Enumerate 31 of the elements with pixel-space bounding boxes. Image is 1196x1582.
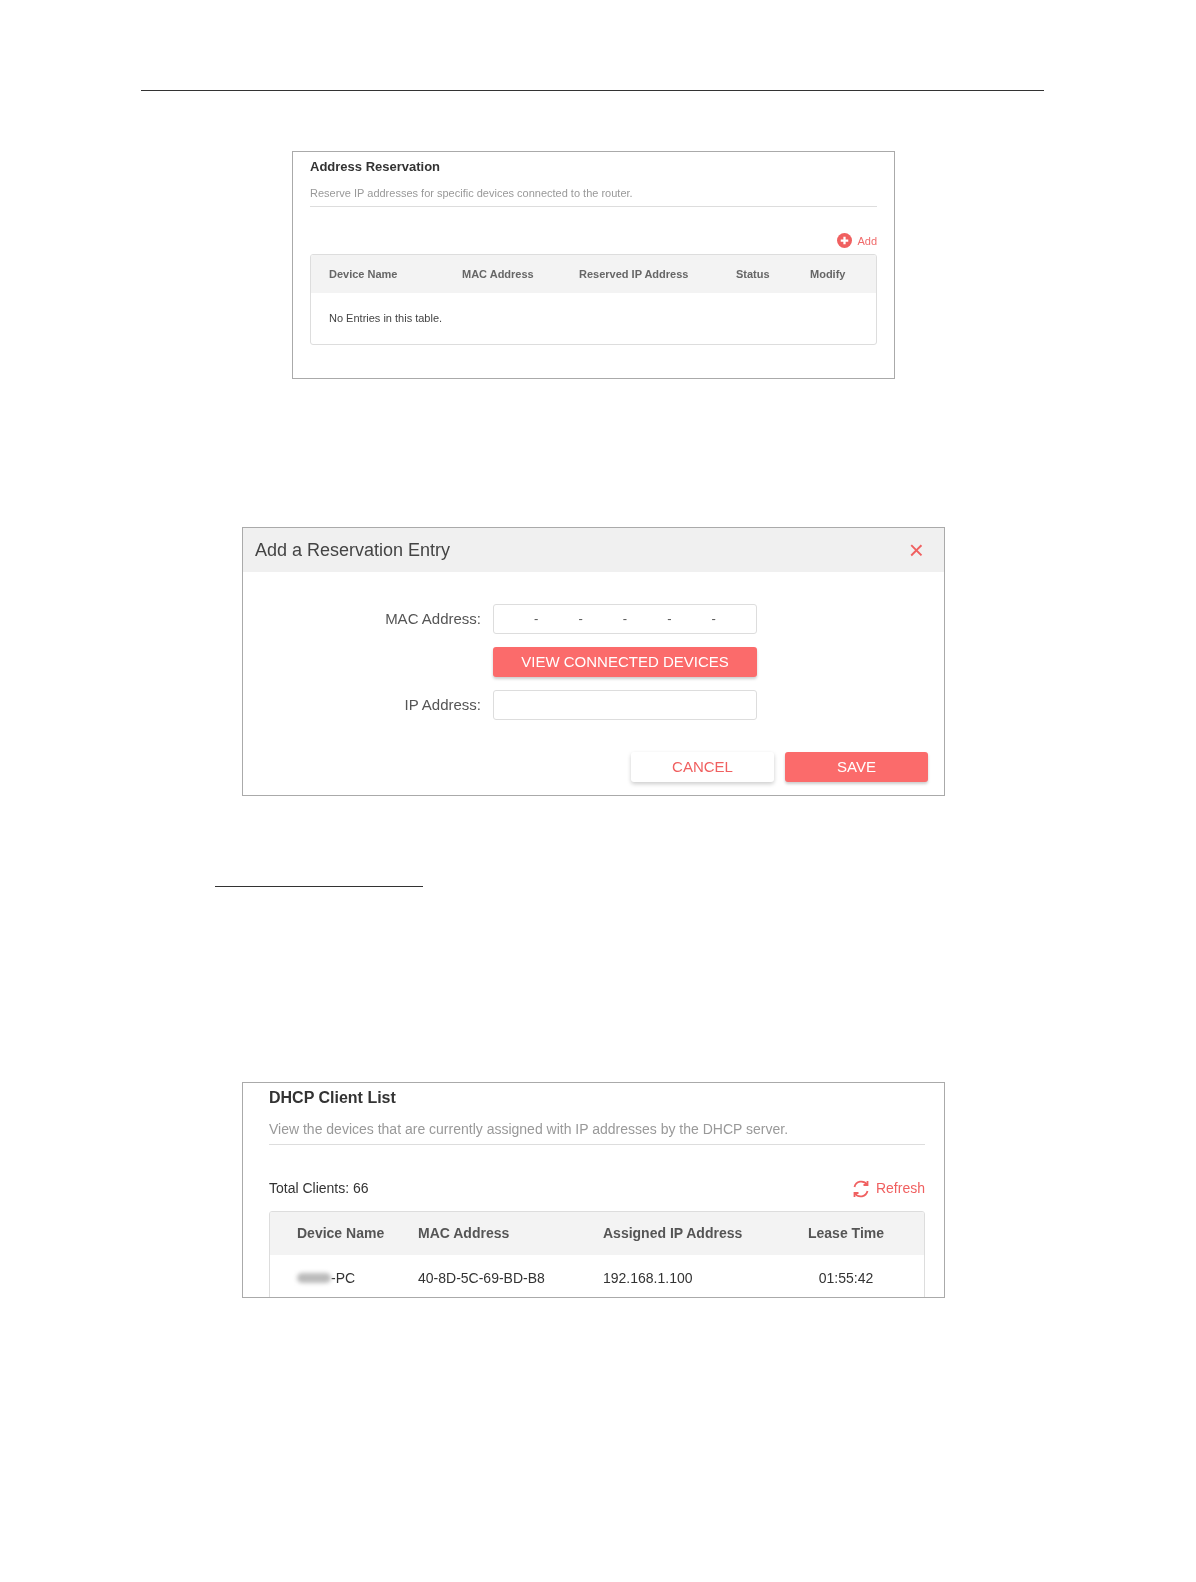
refresh-button[interactable]: Refresh [850, 1178, 925, 1199]
panel-title: Address Reservation [310, 158, 442, 176]
table-cell-text: 192.168.1.100 [603, 1268, 694, 1288]
total-clients: Total Clients: 66 [269, 1179, 369, 1198]
column-header: Reserved IP Address [579, 266, 690, 282]
column-header: Device Name [329, 266, 399, 282]
column-header: MAC Address [418, 1224, 511, 1243]
panel-description: Reserve IP addresses for specific devices connected to the router. [310, 186, 634, 200]
column-header: Assigned IP Address [603, 1224, 744, 1243]
save-button[interactable]: SAVE [785, 752, 928, 782]
column-header: MAC Address [462, 266, 535, 282]
empty-table-message: No Entries in this table. [329, 311, 444, 325]
field-label: MAC Address: [384, 608, 482, 629]
table-cell-text: 40-8D-5C-69-BD-B8 [418, 1268, 546, 1288]
panel-description: View the devices that are currently assigned with IP addresses by the DHCP server. [269, 1120, 790, 1138]
add-icon [837, 233, 853, 248]
panel-title: DHCP Client List [269, 1088, 397, 1108]
ip-address-field[interactable] [493, 690, 757, 720]
column-header: Status [736, 266, 771, 282]
mac-address-field[interactable]: - - - - - [493, 604, 757, 634]
table-cell-text: 01:55:42 [817, 1268, 875, 1288]
field-label: IP Address: [403, 694, 482, 715]
view-devices-button[interactable]: VIEW CONNECTED DEVICES [493, 647, 757, 677]
column-header: Modify [810, 266, 847, 282]
column-header: Lease Time [808, 1224, 884, 1243]
column-header: Device Name [297, 1224, 386, 1243]
add-button[interactable]: Add [837, 233, 877, 248]
dialog-title: Add a Reservation Entry [255, 538, 451, 562]
close-button[interactable]: × [908, 537, 924, 563]
table-cell-text: -PC [331, 1268, 356, 1288]
cancel-button[interactable]: CANCEL [631, 752, 774, 782]
